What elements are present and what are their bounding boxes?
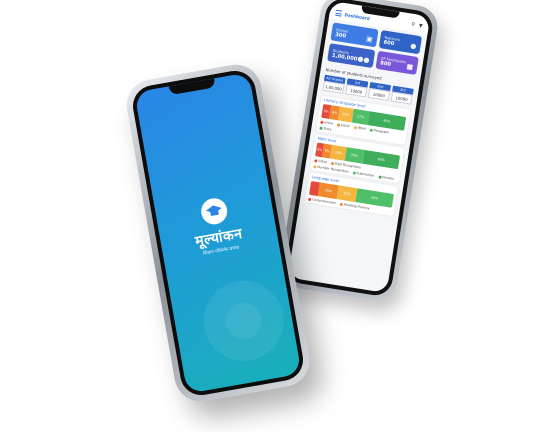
dashboard-phone: Dashboard ⚲ ▼ School 300 ▣ Teachers 600 …	[277, 0, 441, 304]
watermark-logo-icon	[197, 274, 290, 368]
grade-2nd[interactable]: 2nd 10000	[367, 81, 392, 102]
grade-1st[interactable]: 1st 10000	[345, 78, 369, 98]
phone-bezel: मूल्यांकन शिक्षण-परिवर्तन-प्रभाव	[129, 67, 307, 399]
menu-icon[interactable]	[335, 9, 343, 17]
phone-bezel: Dashboard ⚲ ▼ School 300 ▣ Teachers 600 …	[283, 0, 435, 298]
legend-item: Paragraph	[369, 127, 390, 135]
teachers-card[interactable]: Teachers 600 ●	[378, 30, 423, 55]
legend-item: Letter	[336, 122, 351, 129]
legend-label: Paragraph	[373, 128, 390, 135]
legend-label: Word	[357, 125, 366, 131]
dashboard-screen: Dashboard ⚲ ▼ School 300 ▣ Teachers 600 …	[287, 0, 431, 294]
legend-label: Story	[323, 126, 332, 132]
marketing-scene: Dashboard ⚲ ▼ School 300 ▣ Teachers 600 …	[0, 0, 534, 432]
legend-item: Initial	[314, 158, 327, 164]
filter-icon[interactable]: ▼	[418, 23, 423, 30]
legend-label: Letter	[340, 122, 351, 129]
employee-icon: ■	[405, 62, 414, 72]
splash-logo: मूल्यांकन शिक्षण-परिवर्तन-प्रभाव	[155, 188, 279, 263]
splash-phone: मूल्यांकन शिक्षण-परिवर्तन-प्रभाव	[122, 60, 314, 406]
students-icon: ●●	[356, 54, 371, 65]
search-icon[interactable]: ⚲	[411, 22, 416, 29]
legend-item: Initial	[320, 120, 333, 126]
graduation-cap-icon	[199, 196, 230, 227]
legend-label: Division	[381, 175, 395, 181]
teacher-icon: ●	[409, 41, 418, 51]
splash-screen: मूल्यांकन शिक्षण-परिवर्तन-प्रभाव	[134, 72, 302, 394]
bar-segment: 20%	[344, 147, 365, 164]
level-panels: Literacy language level 9% 9% 15% 17% 40% Init…	[300, 95, 416, 217]
bar-segment: 20%	[318, 182, 339, 200]
legend-label: Subtraction	[356, 170, 375, 178]
legend-item: Division	[377, 174, 395, 181]
phone-notch	[168, 78, 216, 96]
legend-item: Story	[319, 126, 332, 132]
grade-value: 10000	[345, 84, 368, 98]
grade-value: 10000	[390, 91, 413, 105]
grade-3rd[interactable]: 3rd 10000	[390, 85, 414, 105]
grade-value: 1,00,000	[322, 80, 345, 94]
employees-card[interactable]: ZP Employees 800 ■	[375, 50, 419, 76]
school-icon: ▣	[365, 34, 374, 44]
grade-all[interactable]: All Grades 1,00,000	[322, 74, 346, 94]
legend-label: Initial	[324, 120, 334, 126]
grade-value: 10000	[367, 87, 391, 102]
legend-item: Subtraction	[352, 170, 375, 178]
bar-segment: 20%	[336, 185, 358, 203]
legend-label: Initial	[318, 158, 328, 165]
legend-item: Word	[353, 125, 366, 131]
